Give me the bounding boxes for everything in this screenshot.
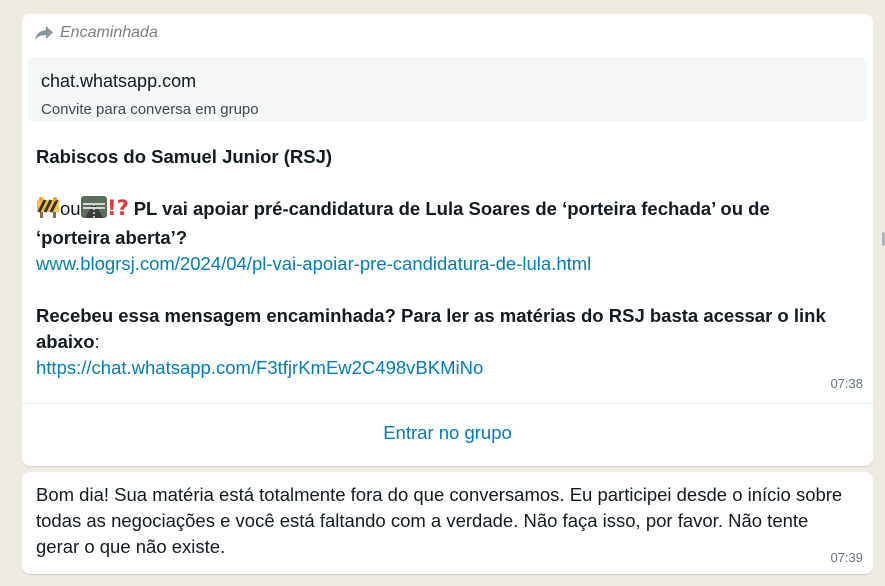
reply-message-text: Bom dia! Sua matéria está totalmente for… <box>36 484 843 557</box>
message-time: 07:39 <box>830 550 863 565</box>
invite-link[interactable]: https://chat.whatsapp.com/F3tfjrKmEw2C49… <box>36 357 483 378</box>
join-group-button[interactable]: Entrar no grupo <box>22 422 873 444</box>
forwarded-message-bubble[interactable]: Encaminhada chat.whatsapp.com Convite pa… <box>22 14 873 466</box>
headline: PL vai apoiar pré-candidatura de Lula So… <box>36 198 770 248</box>
cta-text: Recebeu essa mensagem encaminhada? Para … <box>36 305 826 352</box>
article-link[interactable]: www.blogrsj.com/2024/04/pl-vai-apoiar-pr… <box>36 253 591 274</box>
svg-text:!?: !? <box>107 196 129 218</box>
exclamation-question-emoji: !? <box>107 196 129 225</box>
message-time: 07:38 <box>830 376 863 391</box>
cta-suffix: : <box>94 331 100 352</box>
fence-road-emoji <box>80 196 107 225</box>
divider <box>22 403 873 404</box>
construction-sign-emoji <box>36 196 60 225</box>
group-title: Rabiscos do Samuel Junior (RSJ) <box>36 146 333 167</box>
link-preview-title: chat.whatsapp.com <box>41 71 197 91</box>
link-preview-description: Convite para conversa em grupo <box>41 101 259 118</box>
forwarded-indicator: Encaminhada <box>34 24 158 42</box>
forward-arrow-icon <box>35 26 53 40</box>
link-preview-card[interactable]: chat.whatsapp.com Convite para conversa … <box>28 57 867 122</box>
message-body: Rabiscos do Samuel Junior (RSJ) ou !? PL… <box>36 144 846 381</box>
reply-message-bubble[interactable]: Bom dia! Sua matéria está totalmente for… <box>22 472 873 574</box>
forwarded-label: Encaminhada <box>60 24 158 41</box>
emoji-separator: ou <box>60 198 81 219</box>
